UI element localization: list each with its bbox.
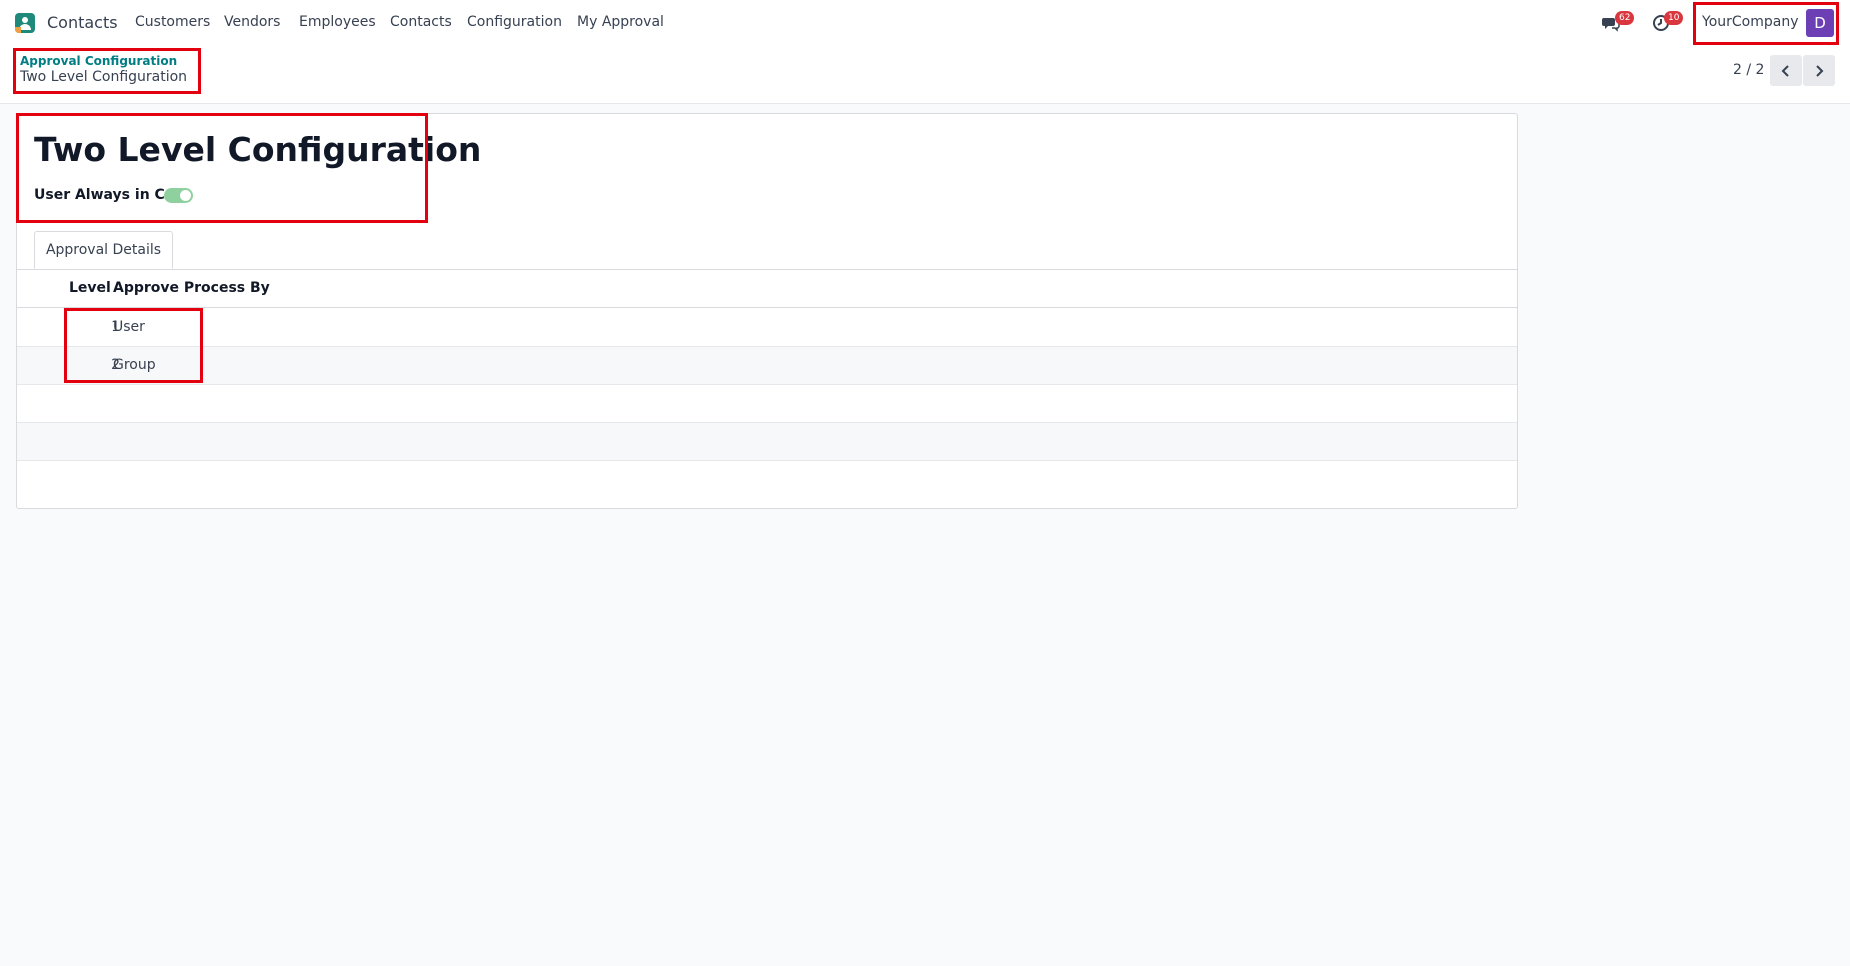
- column-header-approve-process-by[interactable]: Approve Process By: [113, 280, 270, 296]
- company-switcher[interactable]: YourCompany: [1702, 14, 1799, 30]
- empty-table-row: [17, 423, 1517, 461]
- menu-configuration[interactable]: Configuration: [467, 14, 562, 30]
- menu-my-approval[interactable]: My Approval: [577, 14, 664, 30]
- menu-customers[interactable]: Customers: [135, 14, 210, 30]
- column-header-level[interactable]: Level: [69, 280, 111, 296]
- top-navbar: Contacts Customers Vendors Employees Con…: [0, 0, 1850, 46]
- control-panel: Approval Configuration Two Level Configu…: [0, 46, 1850, 104]
- menu-contacts[interactable]: Contacts: [390, 14, 452, 30]
- menu-employees[interactable]: Employees: [299, 14, 376, 30]
- empty-table-row: [17, 385, 1517, 423]
- page-title[interactable]: Two Level Configuration: [34, 130, 481, 169]
- pager-value[interactable]: 2 / 2: [1733, 62, 1764, 78]
- chevron-right-icon: [1816, 64, 1824, 77]
- contacts-app-icon[interactable]: [15, 13, 35, 33]
- table-row[interactable]: 1 User: [17, 309, 1517, 347]
- approve-by-cell: User: [113, 319, 145, 335]
- breadcrumb-parent[interactable]: Approval Configuration: [20, 54, 177, 68]
- form-sheet: Two Level Configuration User Always in C…: [16, 113, 1518, 509]
- tab-approval-details[interactable]: Approval Details: [34, 231, 173, 269]
- user-avatar[interactable]: D: [1806, 9, 1834, 37]
- pager-next-button[interactable]: [1803, 55, 1835, 86]
- user-always-in-cc-label: User Always in CC: [34, 187, 176, 203]
- approve-by-cell: Group: [113, 357, 156, 373]
- activities-count-badge: 10: [1664, 11, 1684, 25]
- table-row[interactable]: 2 Group: [17, 347, 1517, 385]
- chevron-left-icon: [1781, 64, 1789, 77]
- app-name[interactable]: Contacts: [47, 13, 118, 32]
- user-always-in-cc-toggle[interactable]: [164, 188, 193, 203]
- messages-count-badge: 62: [1615, 11, 1635, 25]
- breadcrumb-current: Two Level Configuration: [20, 69, 188, 85]
- table-header: Level Approve Process By: [17, 270, 1517, 308]
- pager-previous-button[interactable]: [1770, 55, 1802, 86]
- menu-vendors[interactable]: Vendors: [224, 14, 280, 30]
